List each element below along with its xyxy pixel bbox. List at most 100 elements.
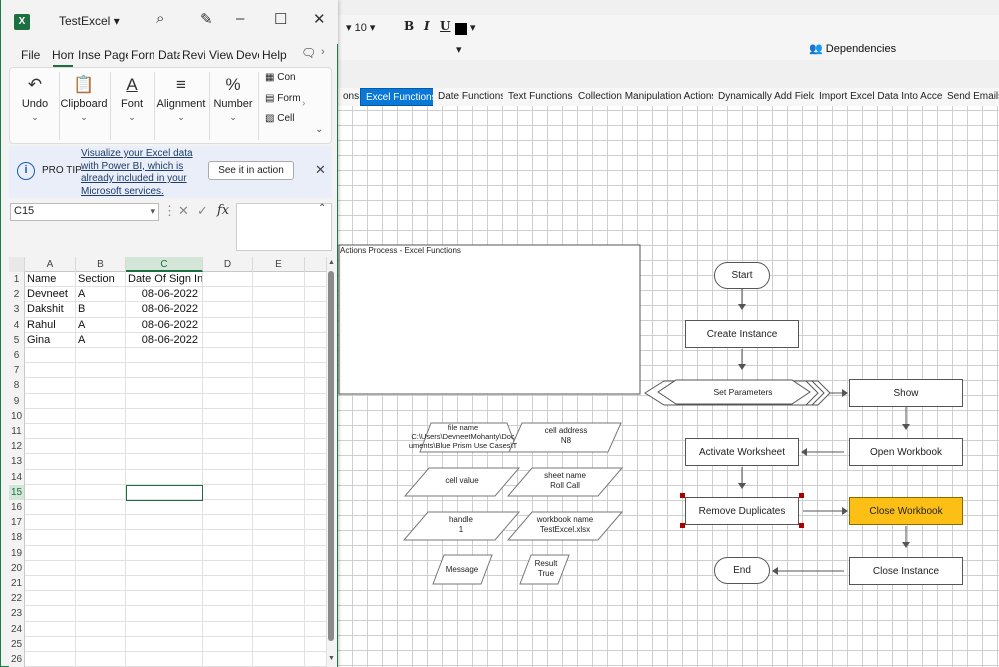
cell[interactable]	[76, 545, 126, 561]
cell[interactable]	[203, 363, 253, 379]
cell[interactable]	[253, 424, 305, 440]
column-header[interactable]: B	[76, 257, 126, 272]
cell[interactable]	[25, 530, 76, 546]
cell[interactable]	[253, 454, 305, 470]
cell[interactable]	[305, 439, 327, 455]
row-header[interactable]: 19	[9, 545, 25, 561]
select-all-button[interactable]	[9, 257, 25, 272]
cell[interactable]	[76, 576, 126, 592]
tab-dynamically-add-fields[interactable]: Dynamically Add Fields	[713, 88, 828, 106]
row-header[interactable]: 3	[9, 302, 25, 318]
cell[interactable]	[203, 378, 253, 394]
row-header[interactable]: 5	[9, 332, 25, 348]
row-header[interactable]: 20	[9, 560, 25, 576]
cell[interactable]	[126, 652, 203, 667]
maximize-icon[interactable]: ☐	[274, 10, 287, 28]
row-header[interactable]: 9	[9, 393, 25, 409]
cell[interactable]	[253, 363, 305, 379]
tab-help[interactable]: Help	[262, 48, 287, 62]
cell-styles-button[interactable]: ▧ Cell	[265, 113, 294, 124]
cell[interactable]	[76, 439, 126, 455]
cell[interactable]: Rahul	[25, 317, 76, 333]
cell[interactable]	[126, 515, 203, 531]
cell[interactable]: Name	[25, 272, 76, 288]
cell[interactable]	[253, 348, 305, 364]
cell[interactable]	[203, 302, 253, 318]
cell[interactable]	[305, 287, 327, 303]
cell[interactable]	[253, 378, 305, 394]
cell[interactable]	[253, 636, 305, 652]
cell[interactable]	[126, 545, 203, 561]
cell[interactable]	[76, 530, 126, 546]
tab-file[interactable]: File	[21, 48, 40, 62]
close-icon[interactable]: ✕	[315, 162, 326, 178]
close-instance-stage[interactable]: Close Instance	[849, 557, 963, 585]
tab-data[interactable]: Data	[158, 48, 180, 62]
cell[interactable]	[253, 621, 305, 637]
font-color-button[interactable]	[455, 23, 467, 35]
data-item-file-name[interactable]: file name C:\Users\DevneetMohanty\Doc um…	[400, 423, 526, 450]
close-icon[interactable]: ✕	[313, 10, 326, 28]
see-it-in-action-button[interactable]: See it in action	[208, 161, 294, 180]
cell[interactable]	[126, 454, 203, 470]
cell[interactable]	[126, 424, 203, 440]
cell[interactable]	[126, 560, 203, 576]
cell[interactable]	[203, 560, 253, 576]
cell[interactable]	[25, 636, 76, 652]
ribbon-expand-icon[interactable]: ⌄	[315, 124, 323, 135]
dropdown-chevron-icon[interactable]: ▾	[456, 43, 462, 56]
search-icon[interactable]: ⌕	[156, 10, 164, 27]
cell[interactable]	[305, 424, 327, 440]
cell[interactable]	[25, 621, 76, 637]
process-canvas[interactable]: Actions Process - Excel Functions Start …	[338, 106, 999, 667]
start-stage[interactable]: Start	[714, 262, 770, 289]
cell[interactable]	[305, 378, 327, 394]
ribbon-scroll-right-icon[interactable]: ›	[321, 46, 325, 58]
dependencies-button[interactable]: 👥 Dependencies	[803, 40, 902, 60]
cell[interactable]	[126, 348, 203, 364]
cell[interactable]: A	[76, 287, 126, 303]
tab-date-functions[interactable]: Date Functions	[433, 88, 512, 106]
cell[interactable]	[305, 469, 327, 485]
cell[interactable]	[253, 469, 305, 485]
cell[interactable]	[253, 530, 305, 546]
cell[interactable]	[25, 515, 76, 531]
row-header[interactable]: 8	[9, 378, 25, 394]
cell[interactable]	[76, 393, 126, 409]
cell[interactable]: Gina	[25, 332, 76, 348]
cell[interactable]	[305, 545, 327, 561]
remove-duplicates-stage[interactable]: Remove Duplicates	[685, 497, 799, 525]
cell[interactable]	[76, 454, 126, 470]
row-header[interactable]: 7	[9, 363, 25, 379]
cell[interactable]	[126, 378, 203, 394]
cell[interactable]	[76, 591, 126, 607]
row-header[interactable]: 4	[9, 317, 25, 333]
cell[interactable]	[305, 363, 327, 379]
enter-icon[interactable]: ✓	[197, 203, 208, 219]
cell[interactable]	[76, 560, 126, 576]
data-item-cell-value[interactable]: cell value	[412, 476, 512, 485]
data-item-result[interactable]: Result True	[525, 559, 567, 579]
cell[interactable]	[76, 378, 126, 394]
set-parameters-stage[interactable]: Set Parameters	[698, 387, 788, 397]
cell[interactable]	[253, 591, 305, 607]
spreadsheet-grid[interactable]: A B C D E 1 Name Section Date Of Sign In 2 De…	[9, 257, 327, 667]
number-group[interactable]: % Number ⌄	[210, 68, 256, 143]
cell[interactable]	[305, 317, 327, 333]
cell[interactable]	[253, 652, 305, 667]
cell[interactable]	[126, 408, 203, 424]
cell[interactable]	[203, 545, 253, 561]
cell[interactable]: Devneet	[25, 287, 76, 303]
cell[interactable]	[25, 560, 76, 576]
cell[interactable]	[25, 484, 76, 500]
cell[interactable]	[305, 332, 327, 348]
data-item-sheet-name[interactable]: sheet name Roll Call	[515, 471, 615, 491]
tab-collection-manipulation[interactable]: Collection Manipulation Actions	[573, 88, 723, 106]
cell[interactable]	[203, 332, 253, 348]
cell[interactable]	[305, 302, 327, 318]
cell[interactable]: Dakshit	[25, 302, 76, 318]
activate-worksheet-stage[interactable]: Activate Worksheet	[685, 438, 799, 466]
cell[interactable]	[203, 530, 253, 546]
cell[interactable]	[203, 439, 253, 455]
cell[interactable]	[76, 515, 126, 531]
